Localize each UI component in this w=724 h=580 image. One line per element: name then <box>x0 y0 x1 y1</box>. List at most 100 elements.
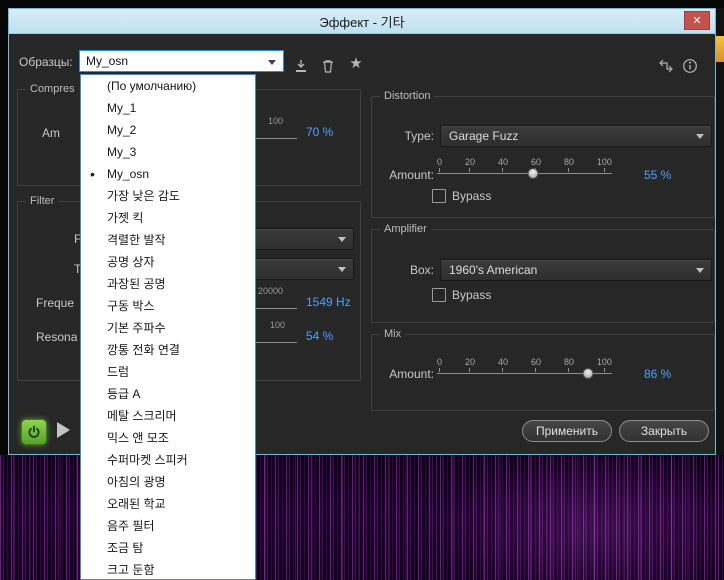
save-preset-icon <box>293 58 309 74</box>
tick-label: 100 <box>597 157 612 172</box>
delete-preset-icon <box>320 58 336 74</box>
chevron-down-icon <box>268 60 276 65</box>
slider-ticks: 020406080100 <box>437 157 612 172</box>
bypass-checkbox[interactable] <box>432 189 446 203</box>
tick-label: 100 <box>597 357 612 372</box>
preset-option[interactable]: 공명 상자 <box>81 251 255 273</box>
group-title: Filter <box>26 195 58 207</box>
distortion-amount-slider[interactable]: 020406080100 <box>437 157 612 181</box>
delete-preset-button[interactable] <box>319 57 337 75</box>
distortion-amount-value: 55 % <box>644 164 671 186</box>
chevron-down-icon <box>338 267 346 272</box>
preset-option[interactable]: 아침의 광명 <box>81 471 255 493</box>
favorite-button[interactable]: ★ <box>347 55 365 73</box>
info-button[interactable] <box>681 57 699 75</box>
distortion-type-select[interactable]: Garage Fuzz <box>440 125 712 147</box>
power-icon <box>27 425 41 439</box>
preset-option[interactable]: 기본 주파수 <box>81 317 255 339</box>
slider-knob[interactable] <box>528 168 539 179</box>
preset-option[interactable]: My_1 <box>81 97 255 119</box>
apply-button[interactable]: Применить <box>522 420 612 442</box>
tick-label: 60 <box>531 357 541 372</box>
resonance-scale-label: 100 <box>270 320 285 330</box>
preset-option[interactable]: 격렬한 발작 <box>81 229 255 251</box>
resonance-label: Resona <box>36 330 77 344</box>
group-title: Compres <box>26 83 79 95</box>
preset-option[interactable]: 오래된 학교 <box>81 493 255 515</box>
preset-option[interactable]: My_osn <box>81 163 255 185</box>
save-preset-button[interactable] <box>292 57 310 75</box>
preset-option[interactable]: 크고 둔함 <box>81 559 255 580</box>
preset-dropdown-list[interactable]: (По умолчанию)My_1My_2My_3My_osn가장 낮은 감도… <box>80 74 256 580</box>
preview-play-button[interactable] <box>57 422 70 438</box>
preset-option[interactable]: 등급 A <box>81 383 255 405</box>
distortion-type-label: Type: <box>372 125 434 147</box>
amplifier-box-select[interactable]: 1960's American <box>440 259 712 281</box>
distortion-bypass-row[interactable]: Bypass <box>432 189 491 203</box>
group-title: Mix <box>380 328 405 340</box>
background-edge <box>716 8 724 455</box>
tick-label: 80 <box>564 357 574 372</box>
preset-option[interactable]: My_3 <box>81 141 255 163</box>
chevron-down-icon <box>696 268 704 273</box>
rack-button[interactable] <box>657 57 675 75</box>
compressor-scale-label: 100 <box>268 116 283 126</box>
preset-option[interactable]: My_2 <box>81 119 255 141</box>
amplifier-bypass-row[interactable]: Bypass <box>432 288 491 302</box>
compressor-amount-label: Am <box>42 126 60 140</box>
preset-option[interactable]: 과장된 공명 <box>81 273 255 295</box>
chevron-down-icon <box>696 134 704 139</box>
preset-option[interactable]: 깡통 전화 연결 <box>81 339 255 361</box>
waveform-accent <box>716 36 724 62</box>
amplifier-box-value: 1960's American <box>449 263 537 277</box>
tick-label: 40 <box>498 157 508 172</box>
screen: { "titlebar": { "title": "Эффект - 기타", … <box>0 0 724 580</box>
dialog-title: Эффект - 기타 <box>319 12 404 31</box>
mix-amount-label: Amount: <box>372 363 434 385</box>
close-dialog-button[interactable]: Закрыть <box>619 420 709 442</box>
presets-label: Образцы: <box>19 55 73 69</box>
preset-option[interactable]: 가장 낮은 감도 <box>81 185 255 207</box>
preset-option[interactable]: 구동 박스 <box>81 295 255 317</box>
mix-amount-value: 86 % <box>644 363 671 385</box>
rack-icon <box>658 58 674 74</box>
preset-option[interactable]: 음주 필터 <box>81 515 255 537</box>
resonance-value: 54 % <box>306 325 333 347</box>
effect-power-toggle[interactable] <box>21 419 47 445</box>
close-icon: ✕ <box>692 14 701 27</box>
tick-label: 20 <box>465 357 475 372</box>
tick-label: 40 <box>498 357 508 372</box>
dialog-titlebar[interactable]: Эффект - 기타 ✕ <box>9 9 715 34</box>
tick-label: 0 <box>437 357 442 372</box>
mix-amount-slider[interactable]: 0 20 40 60 80 100 <box>437 357 612 381</box>
compressor-amount-value: 70 % <box>306 121 333 143</box>
group-distortion: Distortion Type: Garage Fuzz Amount: 020… <box>371 96 715 218</box>
distortion-type-value: Garage Fuzz <box>449 129 518 143</box>
group-title: Distortion <box>380 90 434 102</box>
preset-combobox-value: My_osn <box>86 54 128 68</box>
preset-option[interactable]: 믹스 앤 모조 <box>81 427 255 449</box>
frequency-value: 1549 Hz <box>306 291 351 313</box>
apply-button-label: Применить <box>536 424 598 438</box>
preset-combobox[interactable]: My_osn <box>79 50 284 72</box>
group-amplifier: Amplifier Box: 1960's American Bypass <box>371 229 715 323</box>
preset-option[interactable]: 수퍼마켓 스피커 <box>81 449 255 471</box>
preset-option[interactable]: 메탈 스크리머 <box>81 405 255 427</box>
bypass-label: Bypass <box>452 189 491 203</box>
slider-track[interactable] <box>437 173 612 174</box>
slider-knob[interactable] <box>582 368 593 379</box>
bypass-checkbox[interactable] <box>432 288 446 302</box>
close-button-label: Закрыть <box>641 424 687 438</box>
preset-option[interactable]: 조금 탐 <box>81 537 255 559</box>
preset-option[interactable]: 드럼 <box>81 361 255 383</box>
bypass-label: Bypass <box>452 288 491 302</box>
frequency-scale-label: 20000 <box>258 286 283 296</box>
amplifier-box-label: Box: <box>372 259 434 281</box>
tick-label: 20 <box>465 157 475 172</box>
tick-label: 80 <box>564 157 574 172</box>
group-mix: Mix Amount: 020406080100 86 % <box>371 334 715 411</box>
preset-option[interactable]: (По умолчанию) <box>81 75 255 97</box>
preset-option[interactable]: 가젯 킥 <box>81 207 255 229</box>
close-button[interactable]: ✕ <box>684 11 710 30</box>
favorite-star-icon: ★ <box>349 55 362 73</box>
